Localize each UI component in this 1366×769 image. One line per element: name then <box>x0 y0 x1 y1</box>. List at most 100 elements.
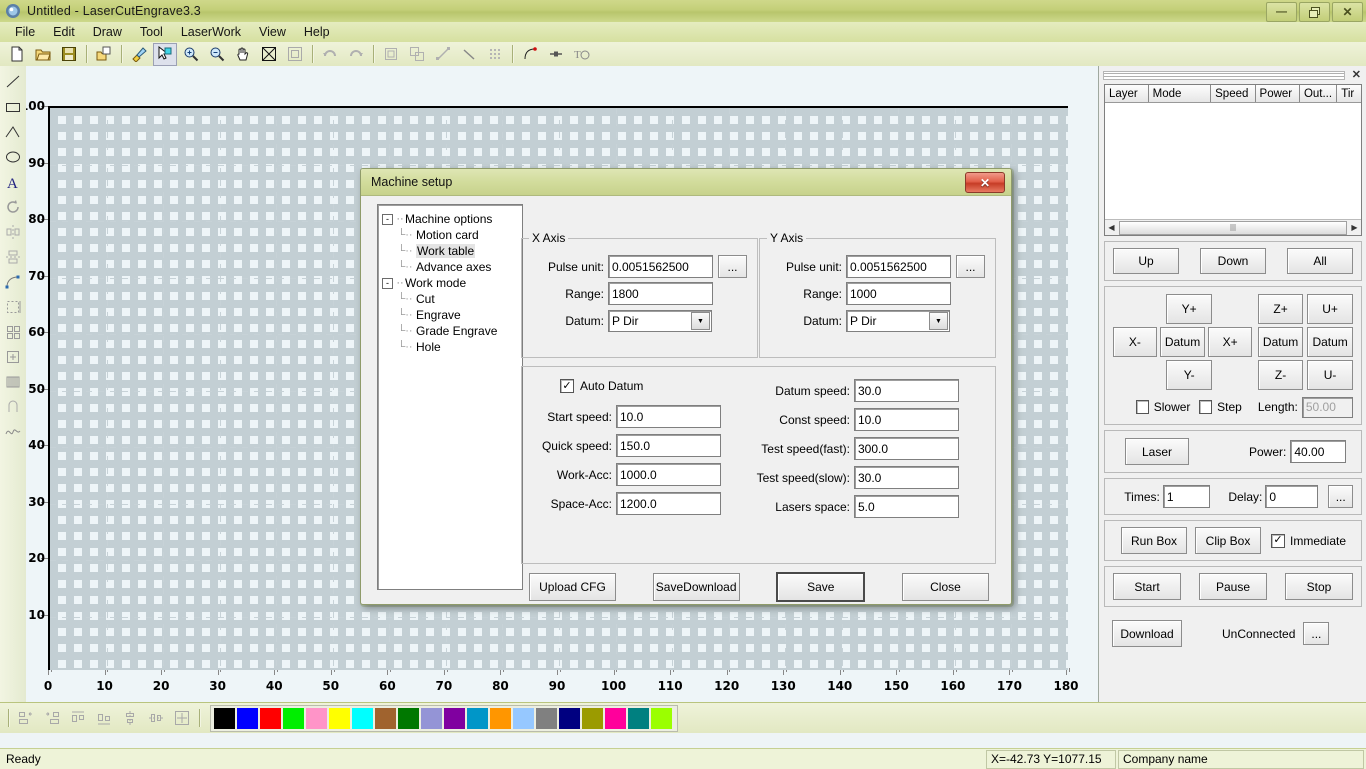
power-input[interactable]: 40.00 <box>1290 440 1347 463</box>
upload-cfg-button[interactable]: Upload CFG <box>529 573 616 601</box>
minimize-button[interactable]: — <box>1266 2 1297 22</box>
tree-item-motion-card[interactable]: └·· Motion card <box>382 227 518 243</box>
immediate-checkbox[interactable]: ✓ <box>1271 533 1285 548</box>
column-header-mode[interactable]: Mode <box>1148 85 1212 102</box>
laser-button[interactable]: Laser <box>1125 438 1189 465</box>
menu-item-help[interactable]: Help <box>295 23 339 41</box>
panel-grip[interactable]: ✕ <box>1103 68 1363 82</box>
palette-swatch[interactable] <box>467 707 488 729</box>
zoom-in-icon[interactable] <box>179 43 203 66</box>
auto-datum-checkbox[interactable]: ✓ <box>560 379 574 393</box>
jog-xy-datum-button[interactable]: Datum <box>1159 327 1206 357</box>
close-button[interactable]: ✕ <box>1332 2 1363 22</box>
field-input-start-speed[interactable]: 10.0 <box>616 405 721 428</box>
tree-item-work-mode[interactable]: - ·· Work mode <box>382 275 518 291</box>
jog-u-datum-button[interactable]: Datum <box>1307 327 1353 357</box>
paint-brush-icon[interactable] <box>127 43 151 66</box>
slower-checkbox[interactable] <box>1135 400 1149 414</box>
hatch-fill-icon[interactable] <box>2 369 24 394</box>
y-datum-select[interactable]: P Dir ▼ <box>846 310 950 332</box>
line-tool-icon[interactable] <box>457 43 481 66</box>
zoom-out-icon[interactable] <box>205 43 229 66</box>
curve-node-icon[interactable] <box>518 43 542 66</box>
array-icon[interactable] <box>483 43 507 66</box>
rectangle-tool-icon[interactable] <box>2 94 24 119</box>
tree-item-engrave[interactable]: └·· Engrave <box>382 307 518 323</box>
size-tool-icon[interactable] <box>2 294 24 319</box>
restore-button[interactable] <box>1299 2 1330 22</box>
jog-y-minus-button[interactable]: Y- <box>1166 360 1213 390</box>
chevron-down-icon[interactable]: ▼ <box>929 312 948 330</box>
field-input-test-speed-fast[interactable]: 300.0 <box>854 437 959 460</box>
tree-item-cut[interactable]: └·· Cut <box>382 291 518 307</box>
align-center-vertical-icon[interactable] <box>118 707 142 730</box>
layer-table[interactable]: Layer Mode Speed Power Out... Tir ◀ ▶ <box>1104 84 1362 236</box>
start-button[interactable]: Start <box>1113 573 1181 600</box>
field-input-space-acc[interactable]: 1200.0 <box>616 492 721 515</box>
text-options-icon[interactable]: T <box>570 43 594 66</box>
stop-button[interactable]: Stop <box>1285 573 1353 600</box>
wave-tool-icon[interactable] <box>2 419 24 444</box>
tree-item-work-table[interactable]: └·· Work table <box>382 243 518 259</box>
save-download-button[interactable]: SaveDownload <box>652 573 740 601</box>
menu-item-edit[interactable]: Edit <box>44 23 84 41</box>
menu-item-view[interactable]: View <box>250 23 295 41</box>
align-right-icon[interactable] <box>40 707 64 730</box>
jog-z-plus-button[interactable]: Z+ <box>1257 294 1304 324</box>
field-input-const-speed[interactable]: 10.0 <box>854 408 959 431</box>
palette-swatch[interactable] <box>352 707 373 729</box>
times-more-button[interactable]: ... <box>1328 485 1353 508</box>
palette-swatch[interactable] <box>260 707 281 729</box>
menu-item-tool[interactable]: Tool <box>131 23 172 41</box>
tree-item-hole[interactable]: └·· Hole <box>382 339 518 355</box>
length-input[interactable]: 50.00 <box>1301 396 1353 418</box>
align-bottom-icon[interactable] <box>92 707 116 730</box>
jog-z-minus-button[interactable]: Z- <box>1257 360 1304 390</box>
palette-swatch[interactable] <box>628 707 649 729</box>
ungroup-icon[interactable] <box>405 43 429 66</box>
palette-swatch[interactable] <box>536 707 557 729</box>
field-input-lasers-space[interactable]: 5.0 <box>854 495 959 518</box>
x-range-input[interactable]: 1800 <box>608 282 713 305</box>
step-checkbox[interactable] <box>1198 400 1213 414</box>
rotate-tool-icon[interactable] <box>2 194 24 219</box>
panel-close-icon[interactable]: ✕ <box>1352 68 1361 81</box>
import-icon[interactable] <box>92 43 116 66</box>
jog-u-minus-button[interactable]: U- <box>1307 360 1353 390</box>
polyline-tool-icon[interactable] <box>2 119 24 144</box>
delay-input[interactable]: 0 <box>1265 485 1319 508</box>
add-frame-icon[interactable] <box>2 344 24 369</box>
jog-x-minus-button[interactable]: X- <box>1113 327 1157 357</box>
y-pulse-unit-more-button[interactable]: ... <box>956 255 985 278</box>
scroll-right-icon[interactable]: ▶ <box>1348 221 1361 234</box>
palette-swatch[interactable] <box>306 707 327 729</box>
array-copy-icon[interactable] <box>2 319 24 344</box>
mirror-horizontal-icon[interactable] <box>2 219 24 244</box>
palette-swatch[interactable] <box>605 707 626 729</box>
palette-swatch[interactable] <box>283 707 304 729</box>
align-top-icon[interactable] <box>66 707 90 730</box>
open-file-icon[interactable] <box>31 43 55 66</box>
dialog-close-button[interactable]: ✕ <box>965 172 1005 193</box>
jog-u-plus-button[interactable]: U+ <box>1307 294 1353 324</box>
line-tool-icon[interactable] <box>2 69 24 94</box>
move-down-button[interactable]: Down <box>1200 248 1266 274</box>
column-header-layer[interactable]: Layer <box>1105 85 1149 102</box>
layer-table-body[interactable] <box>1105 103 1361 219</box>
palette-swatch[interactable] <box>444 707 465 729</box>
select-arrow-icon[interactable] <box>153 42 177 66</box>
chevron-down-icon[interactable]: ▼ <box>691 312 710 330</box>
palette-swatch[interactable] <box>582 707 603 729</box>
clip-box-button[interactable]: Clip Box <box>1195 527 1261 554</box>
field-input-datum-speed[interactable]: 30.0 <box>854 379 959 402</box>
undo-icon[interactable] <box>318 43 342 66</box>
palette-swatch[interactable] <box>398 707 419 729</box>
new-file-icon[interactable] <box>5 43 29 66</box>
y-range-input[interactable]: 1000 <box>846 282 951 305</box>
color-palette[interactable] <box>210 704 678 732</box>
column-header-out[interactable]: Out... <box>1299 85 1338 102</box>
download-button[interactable]: Download <box>1112 620 1182 647</box>
tree-item-advance-axes[interactable]: └·· Advance axes <box>382 259 518 275</box>
column-header-power[interactable]: Power <box>1255 85 1300 102</box>
settings-tree[interactable]: - ·· Machine options └·· Motion card └·· Work … <box>377 204 523 590</box>
